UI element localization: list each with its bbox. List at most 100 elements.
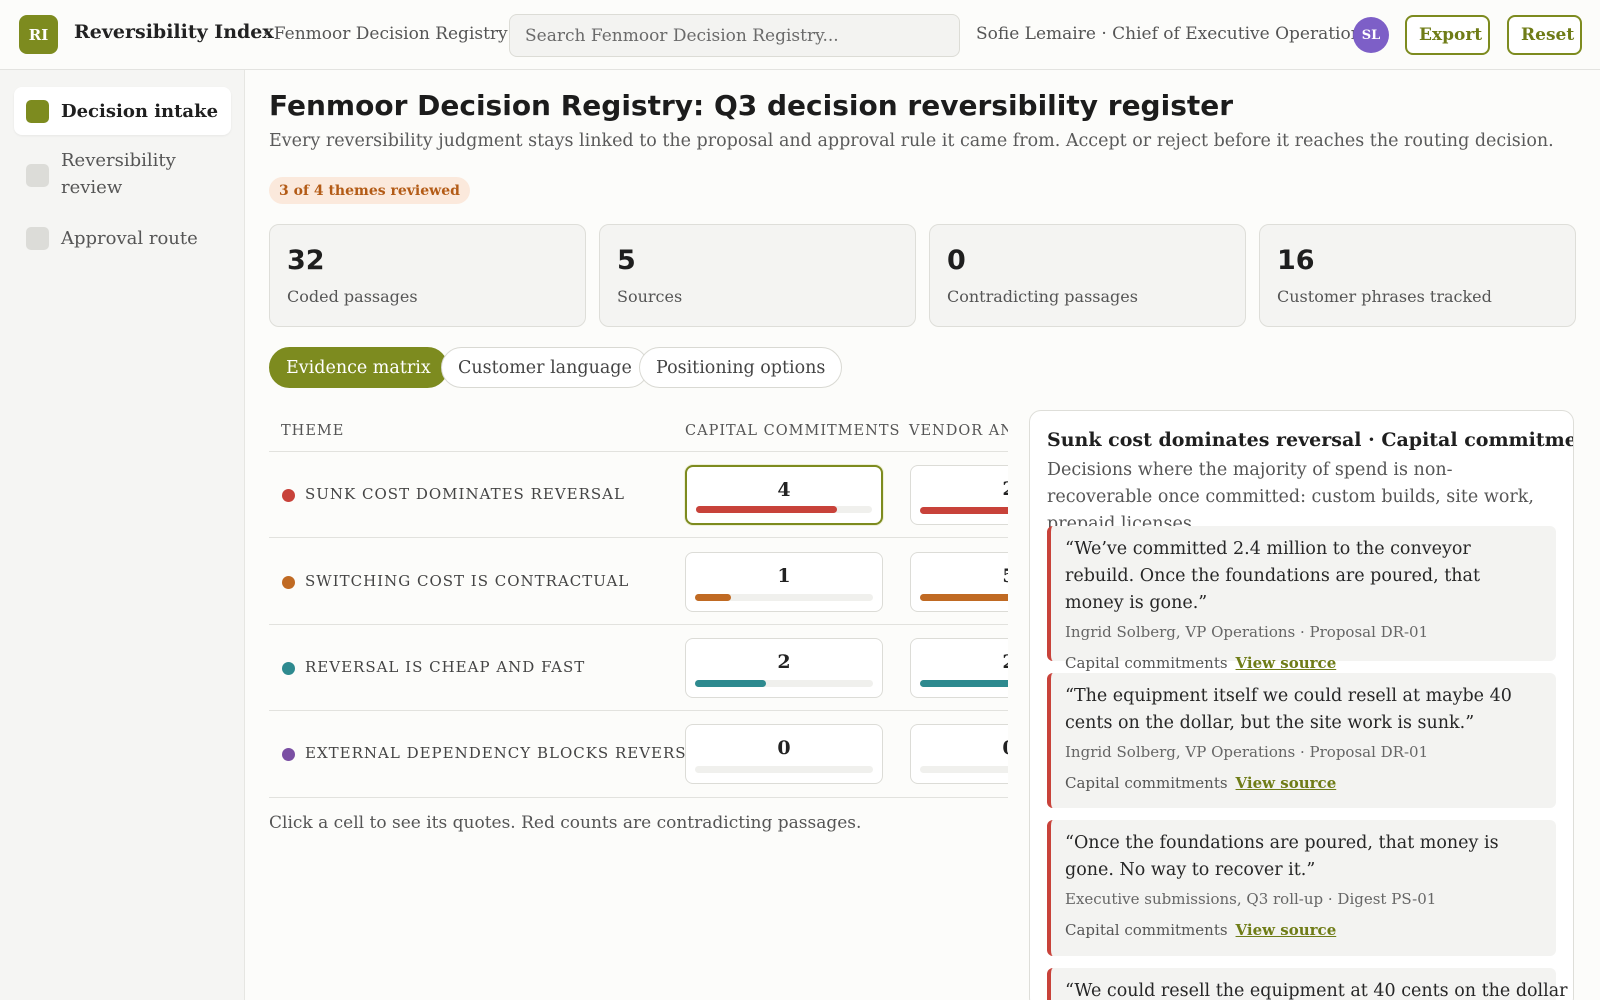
search-input[interactable] — [509, 14, 960, 57]
stat-card-customer-phrases: 16 Customer phrases tracked — [1259, 224, 1576, 327]
stat-value: 32 — [287, 245, 325, 276]
detail-title: Sunk cost dominates reversal · Capital c… — [1047, 429, 1574, 451]
quote-detail-panel: Sunk cost dominates reversal · Capital c… — [1029, 410, 1574, 1000]
cell-bar-track — [920, 766, 1008, 773]
theme-label: SUNK COST DOMINATES REVERSAL — [305, 485, 625, 503]
quote-text: “The equipment itself we could resell at… — [1065, 686, 1512, 733]
cell-bar-fill — [920, 594, 1008, 601]
step-marker-icon — [26, 226, 49, 250]
quote-text: “We’ve committed 2.4 million to the conv… — [1065, 539, 1480, 613]
theme-dot-icon — [282, 489, 295, 502]
evidence-matrix: THEME CAPITAL COMMITMENTS VENDOR AND SUN… — [269, 406, 1008, 798]
quote-card: “The equipment itself we could resell at… — [1047, 673, 1556, 808]
stat-value: 0 — [947, 245, 966, 276]
sidebar-item-decision-intake[interactable]: Decision intake — [14, 87, 231, 135]
cell-count: 0 — [777, 737, 791, 759]
sidebar-item-reversibility-review[interactable]: Reversibility review — [14, 147, 231, 207]
view-source-link[interactable]: View source — [1236, 654, 1337, 672]
tab-customer-language[interactable]: Customer language — [441, 347, 649, 388]
quote-category: Capital commitments — [1065, 654, 1228, 672]
app-logo: RI — [19, 15, 58, 54]
cell-bar-track — [696, 506, 872, 513]
workspace-label: · Fenmoor Decision Registry — [263, 24, 508, 44]
cell-count: 4 — [777, 479, 791, 501]
cell-bar-fill — [920, 507, 1008, 514]
page-description: Every reversibility judgment stays linke… — [269, 131, 1554, 151]
cell-bar-fill — [695, 594, 731, 601]
divider — [269, 797, 1008, 798]
matrix-cell[interactable]: 0 — [685, 724, 883, 784]
theme-label: SWITCHING COST IS CONTRACTUAL — [305, 572, 630, 590]
cell-count: 2 — [911, 651, 1008, 673]
theme-label: EXTERNAL DEPENDENCY BLOCKS REVERSAL — [305, 744, 710, 762]
column-header-vendor: VENDOR AND — [909, 423, 1008, 439]
theme-dot-icon — [282, 576, 295, 589]
cell-count: 2 — [911, 478, 1008, 500]
cell-bar-fill — [695, 680, 767, 687]
quote-text: “Once the foundations are poured, that m… — [1065, 833, 1499, 880]
stat-label: Coded passages — [287, 287, 418, 306]
cell-bar-track — [920, 507, 1008, 514]
theme-dot-icon — [282, 662, 295, 675]
cell-bar-track — [695, 680, 873, 687]
stat-card-sources: 5 Sources — [599, 224, 916, 327]
cell-bar-track — [920, 594, 1008, 601]
stat-label: Customer phrases tracked — [1277, 287, 1492, 306]
stat-label: Contradicting passages — [947, 287, 1138, 306]
stat-label: Sources — [617, 287, 683, 306]
status-badge: 3 of 4 themes reviewed — [269, 177, 470, 204]
step-marker-icon — [26, 99, 49, 123]
sidebar-item-label: Approval route — [61, 227, 198, 249]
quote-card: “Once the foundations are poured, that m… — [1047, 820, 1556, 956]
sidebar-item-approval-route[interactable]: Approval route — [14, 220, 231, 256]
avatar[interactable]: SL — [1353, 17, 1389, 53]
matrix-cell[interactable]: 1 — [685, 552, 883, 612]
tab-positioning-options[interactable]: Positioning options — [639, 347, 843, 388]
page-title: Fenmoor Decision Registry: Q3 decision r… — [269, 89, 1234, 122]
sidebar: Decision intake Reversibility review App… — [0, 70, 245, 1000]
reset-button[interactable]: Reset — [1507, 15, 1582, 55]
quote-source: Ingrid Solberg, VP Operations · Proposal… — [1065, 623, 1429, 641]
quote-category: Capital commitments — [1065, 921, 1228, 939]
app-title: Reversibility Index — [74, 21, 274, 43]
user-label: Sofie Lemaire · Chief of Executive Opera… — [976, 24, 1371, 44]
stat-card-contradicting: 0 Contradicting passages — [929, 224, 1246, 327]
cell-count: 1 — [777, 565, 791, 587]
theme-dot-icon — [282, 748, 295, 761]
matrix-hint: Click a cell to see its quotes. Red coun… — [269, 813, 862, 833]
cell-bar-fill — [696, 506, 837, 513]
step-marker-icon — [26, 164, 49, 187]
divider — [269, 624, 1008, 625]
matrix-cell[interactable]: 5 — [910, 552, 1008, 612]
quote-card: “We could resell the equipment at 40 cen… — [1047, 968, 1568, 1000]
matrix-cell[interactable]: 0 — [910, 724, 1008, 784]
sidebar-item-label: Reversibility review — [61, 150, 176, 198]
quote-source: Ingrid Solberg, VP Operations · Proposal… — [1065, 743, 1429, 761]
matrix-cell[interactable]: 2 — [910, 465, 1008, 525]
divider — [269, 451, 1008, 452]
cell-count: 5 — [911, 565, 1008, 587]
cell-bar-track — [695, 766, 873, 773]
view-source-link[interactable]: View source — [1236, 774, 1337, 792]
quote-footer: Capital commitments View source — [1065, 654, 1542, 672]
cell-bar-track — [695, 594, 873, 601]
quote-text: “We could resell the equipment at 40 cen… — [1065, 981, 1568, 1000]
divider — [269, 537, 1008, 538]
cell-bar-track — [920, 680, 1008, 687]
tab-evidence-matrix[interactable]: Evidence matrix — [269, 347, 448, 388]
quote-footer: Capital commitments View source — [1065, 921, 1542, 939]
theme-label: REVERSAL IS CHEAP AND FAST — [305, 658, 586, 676]
matrix-cell[interactable]: 2 — [910, 638, 1008, 698]
stat-value: 16 — [1277, 245, 1315, 276]
quote-category: Capital commitments — [1065, 774, 1228, 792]
stat-card-coded-passages: 32 Coded passages — [269, 224, 586, 327]
cell-count: 0 — [911, 737, 1008, 759]
column-header-capital: CAPITAL COMMITMENTS — [685, 423, 901, 439]
view-source-link[interactable]: View source — [1236, 921, 1337, 939]
cell-count: 2 — [777, 651, 791, 673]
export-button[interactable]: Export — [1405, 15, 1490, 55]
quote-source: Executive submissions, Q3 roll-up · Dige… — [1065, 890, 1437, 908]
matrix-cell[interactable]: 4 — [685, 465, 883, 525]
matrix-cell[interactable]: 2 — [685, 638, 883, 698]
stat-value: 5 — [617, 245, 636, 276]
